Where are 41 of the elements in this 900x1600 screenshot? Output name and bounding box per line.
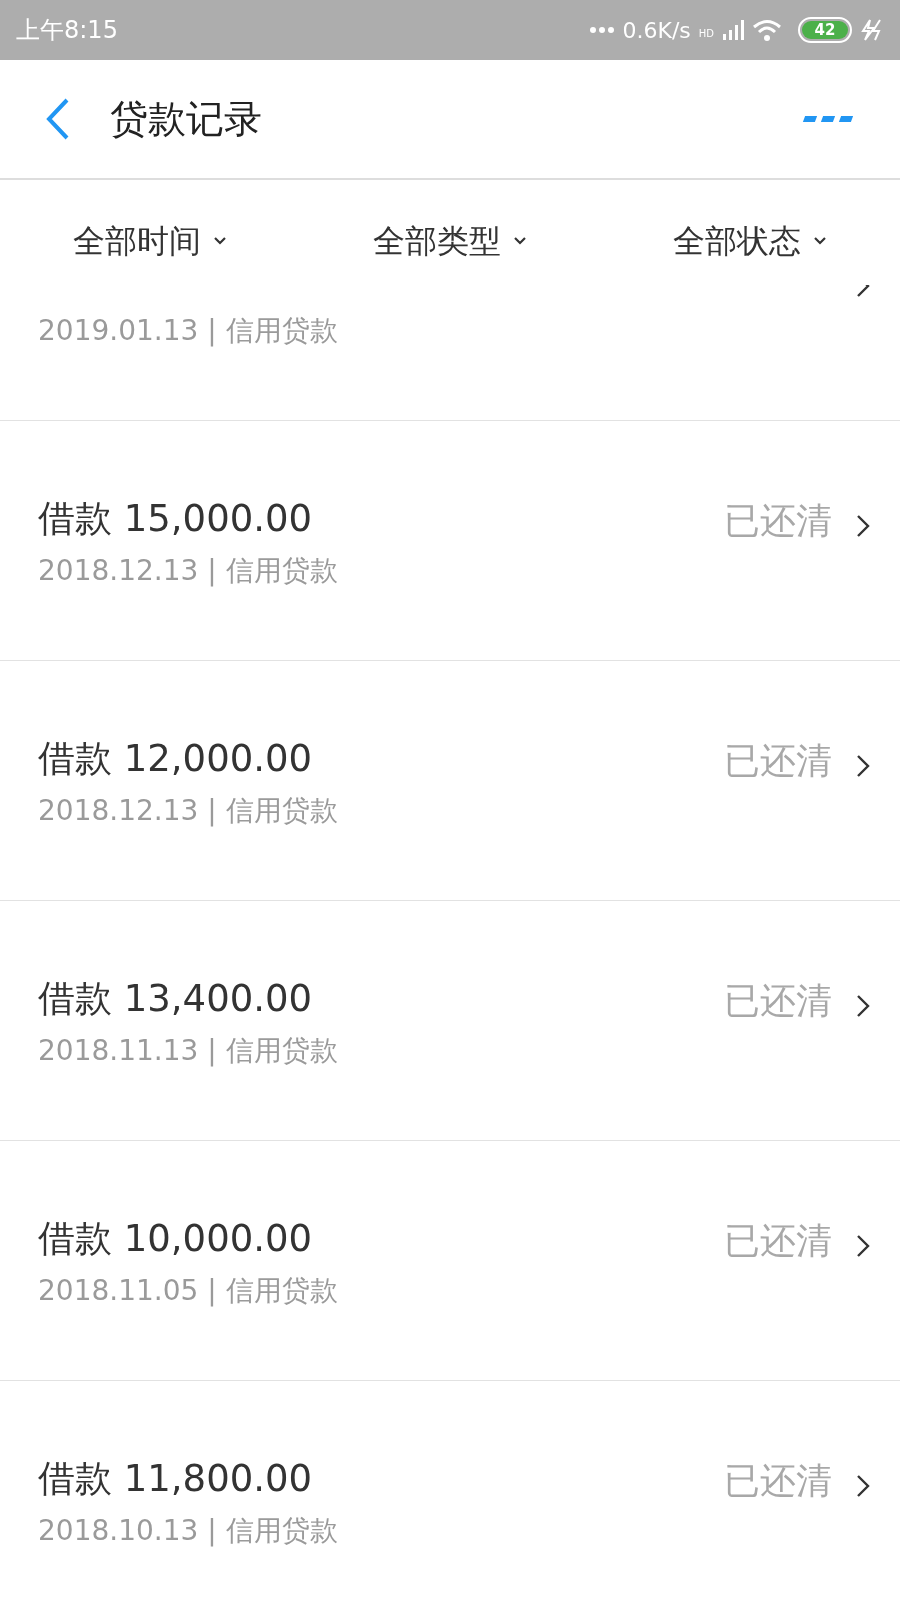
- loan-date-type: 2018.11.13 | 信用贷款: [38, 1032, 338, 1069]
- loan-row[interactable]: 借款 13,400.00 2018.11.13 | 信用贷款 已还清: [0, 901, 900, 1141]
- loan-date-type: 2018.12.13 | 信用贷款: [38, 792, 338, 829]
- chevron-right-icon: [856, 1233, 870, 1258]
- caret-icon: [213, 235, 227, 246]
- loan-amount: 借款 13,400.00: [38, 975, 314, 1022]
- page-title: 贷款记录: [110, 95, 262, 143]
- loan-status: 已还清: [724, 978, 832, 1023]
- filter-dropdown[interactable]: 全部类型: [373, 216, 527, 265]
- network-type: HD: [698, 26, 714, 41]
- wifi-icon: [752, 18, 782, 42]
- filter-dropdown[interactable]: 全部时间: [73, 216, 227, 265]
- loan-date-type: 2018.10.13 | 信用贷款: [38, 1512, 338, 1549]
- chevron-right-icon: [856, 513, 870, 538]
- chevron-right-icon: [856, 1473, 870, 1498]
- filter-dropdown[interactable]: 全部状态: [673, 216, 827, 265]
- chevron-right-icon: [856, 993, 870, 1018]
- charging-icon: [860, 19, 884, 41]
- loan-date-type: 2019.01.13 | 信用贷款: [38, 312, 338, 349]
- battery-level: 42: [802, 21, 848, 39]
- chevron-right-icon: [856, 753, 870, 778]
- loan-status: 已还清: [724, 1218, 832, 1263]
- loan-date-type: 2018.12.13 | 信用贷款: [38, 552, 338, 589]
- loan-row[interactable]: 借款 12,000.00 2018.12.13 | 信用贷款 已还清: [0, 661, 900, 901]
- dots-icon: [590, 27, 615, 33]
- network-speed: 0.6K/s: [622, 16, 691, 45]
- loan-row[interactable]: 借款 10,000.00 2018.11.05 | 信用贷款 已还清: [0, 1141, 900, 1381]
- signal-icon: [722, 19, 744, 41]
- loan-status: 已还清: [724, 498, 832, 543]
- loan-amount: 借款 15,000.00: [38, 495, 314, 542]
- loan-amount: 借款 12,000.00: [38, 735, 314, 782]
- loan-amount: 借款 10,000.00: [38, 1215, 314, 1262]
- status-time: 上午8:15: [16, 15, 118, 46]
- loan-date-type: 2018.11.05 | 信用贷款: [38, 1272, 338, 1309]
- loan-row[interactable]: 借款 11,800.00 2018.10.13 | 信用贷款 已还清: [0, 1381, 900, 1600]
- caret-icon: [813, 235, 827, 246]
- loan-status: 已还清: [724, 1458, 832, 1503]
- loan-amount: 借款 11,800.00: [38, 1455, 314, 1502]
- loan-status: 已还清: [724, 738, 832, 783]
- caret-icon: [513, 235, 527, 246]
- loan-row[interactable]: 借款 15,000.00 2018.12.13 | 信用贷款 已还清: [0, 421, 900, 661]
